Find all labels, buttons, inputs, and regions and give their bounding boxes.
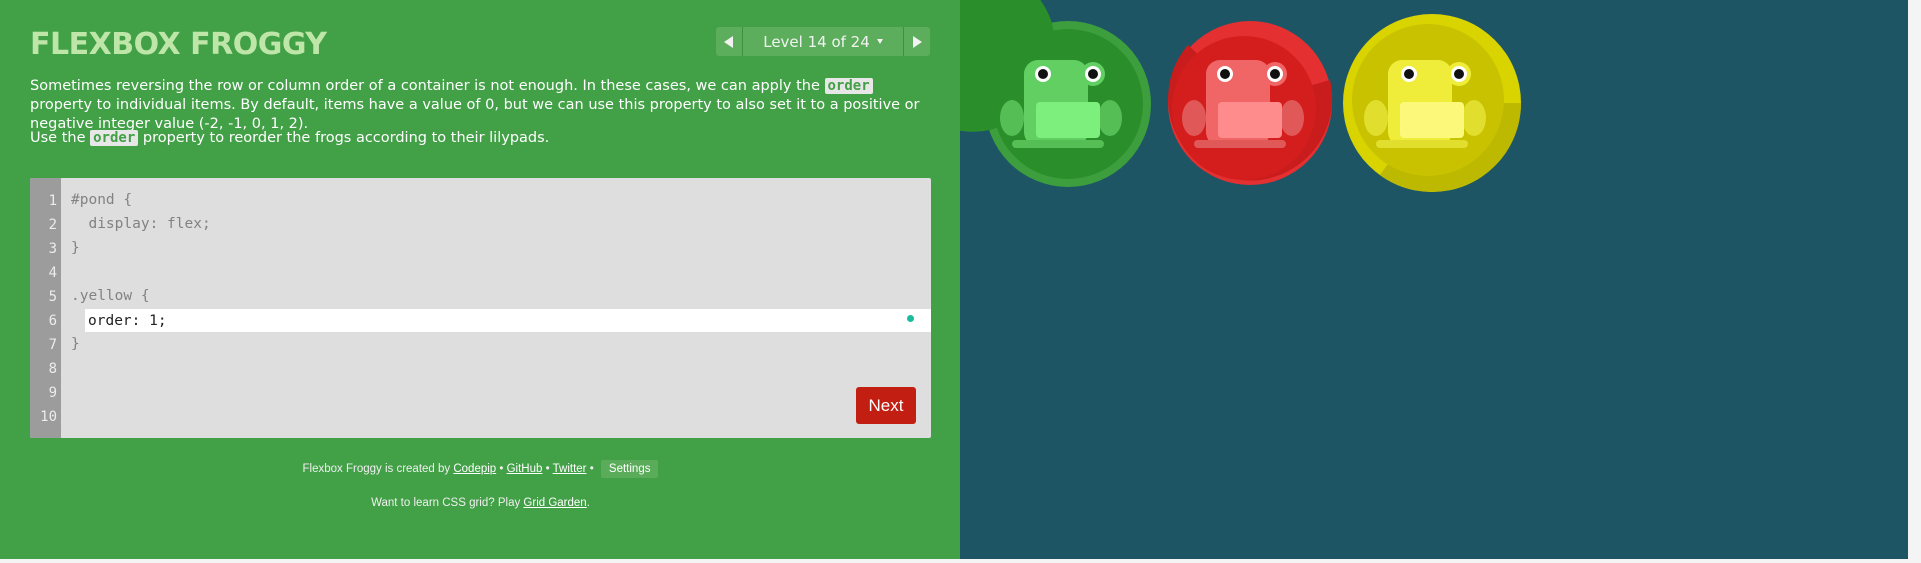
line-number: 8 [48, 361, 57, 377]
code-line: .yellow { [71, 288, 150, 304]
instructions-paragraph-1: Sometimes reversing the row or column or… [30, 77, 920, 134]
level-indicator-label: Level 14 of 24 [763, 32, 870, 51]
pond [890, 0, 1521, 192]
instructions-text: property to individual items. By default… [30, 97, 920, 132]
credits: Flexbox Froggy is created by Codepip • G… [30, 460, 931, 478]
codepip-link[interactable]: Codepip [453, 463, 496, 475]
caret-down-icon [876, 39, 883, 44]
promo-text: Want to learn CSS grid? Play [371, 497, 524, 509]
line-number-gutter: 1 2 3 4 5 6 7 8 9 10 [30, 178, 61, 438]
right-edge-strip [1908, 0, 1921, 559]
instructions-text: property to reorder the frogs according … [138, 130, 550, 146]
css-answer-input[interactable] [85, 309, 908, 332]
pond-board [890, 0, 1908, 559]
previous-level-button[interactable] [716, 27, 743, 56]
instructions-text: Sometimes reversing the row or column or… [30, 78, 825, 94]
credit-text: Flexbox Froggy is created by [302, 463, 454, 475]
instructions-paragraph-2: Use the order property to reorder the fr… [30, 129, 920, 148]
line-number: 7 [48, 337, 57, 353]
code-line: } [71, 240, 80, 256]
code-keyword: order [90, 130, 139, 146]
separator: • [542, 463, 553, 475]
css-editor: 1 2 3 4 5 6 7 8 9 10 #pond { display: fl… [30, 178, 931, 438]
next-level-button[interactable] [903, 27, 930, 56]
promo-text: . [586, 497, 590, 509]
level-navigator: Level 14 of 24 [716, 27, 930, 56]
grid-garden-link[interactable]: Grid Garden [523, 497, 586, 509]
settings-button[interactable]: Settings [600, 460, 659, 478]
triangle-left-icon [724, 35, 733, 48]
line-number: 1 [48, 193, 57, 209]
line-number: 10 [40, 409, 57, 425]
line-number: 6 [48, 313, 57, 329]
next-button[interactable]: Next [856, 387, 916, 424]
line-number: 4 [48, 265, 57, 281]
separator: • [586, 463, 597, 475]
line-number: 3 [48, 241, 57, 257]
css-input-line [85, 309, 931, 332]
instructions-panel: Flexbox Froggy Level 14 of 24 Sometimes … [0, 0, 960, 559]
instructions-text: Use the [30, 130, 91, 146]
line-number: 9 [48, 385, 57, 401]
separator: • [496, 463, 507, 475]
code-line: #pond { [71, 192, 133, 208]
line-number: 2 [48, 217, 57, 233]
code-line: display: flex; [71, 216, 211, 232]
code-keyword: order [824, 78, 873, 94]
twitter-link[interactable]: Twitter [553, 463, 587, 475]
status-dot [907, 315, 914, 322]
github-link[interactable]: GitHub [507, 463, 543, 475]
app-title: Flexbox Froggy [30, 27, 327, 62]
grid-garden-promo: Want to learn CSS grid? Play Grid Garden… [30, 497, 931, 509]
triangle-right-icon [913, 35, 922, 48]
level-indicator[interactable]: Level 14 of 24 [743, 27, 903, 56]
line-number: 5 [48, 289, 57, 305]
code-line: } [71, 336, 80, 352]
